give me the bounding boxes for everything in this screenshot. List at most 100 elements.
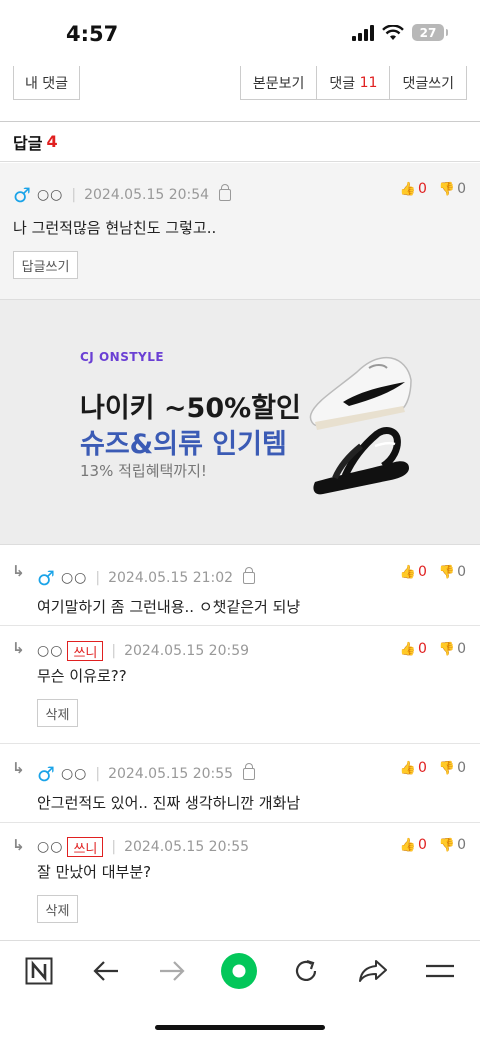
reply-item: ↳ ○○ 쓰니 | 2024.05.15 20:55 👍 0 👎 0 잘 만났어 대… [0,824,480,939]
naver-n-icon[interactable] [19,951,59,991]
like-count: 0 [417,760,427,776]
thumbs-down-icon: 👎 [438,564,456,580]
comment-nickname[interactable]: ○○ [61,570,87,586]
comment-text: 나 그런적많음 현남친도 그렇고.. [13,219,217,237]
thumbs-up-icon: 👍 [399,760,416,776]
comment-item: ♂ ○○ | 2024.05.15 20:54 👍 0 👎 0 나 그런적많음 현남… [0,163,480,299]
male-icon: ♂ [13,183,31,207]
comment-text: 잘 만났어 대부분? [37,863,152,881]
ad-subtitle: 슈즈&의류 인기템 [80,429,287,460]
like-button[interactable]: 👍 0 [400,760,427,776]
battery-icon: 27 [412,24,448,41]
thumbs-up-icon: 👍 [399,641,416,657]
reply-arrow-icon: ↳ [12,562,25,580]
dislike-button[interactable]: 👎 0 [439,641,466,657]
reply-arrow-icon: ↳ [12,759,25,777]
comment-meta: ♂ ○○ | 2024.05.15 20:55 [37,762,256,786]
back-arrow-icon[interactable] [86,951,126,991]
ad-caption: 13% 적립혜택까지! [80,462,207,480]
vote-buttons: 👍 0 👎 0 [400,760,466,776]
ad-title: 나이키 ~50%할인 [80,393,301,424]
comments-tab[interactable]: 댓글 11 [316,66,389,99]
reply-arrow-icon: ↳ [12,836,25,854]
dislike-count: 0 [457,837,466,853]
thumbs-down-icon: 👎 [438,837,456,853]
vote-buttons: 👍 0 👎 0 [400,181,466,197]
green-dot-icon[interactable] [219,951,259,991]
vote-buttons: 👍 0 👎 0 [400,837,466,853]
delete-button[interactable]: 삭제 [37,699,78,727]
comment-date: 2024.05.15 20:54 [84,187,210,203]
thumbs-up-icon: 👍 [399,564,416,580]
writer-badge: 쓰니 [67,641,104,661]
signal-icon [352,24,374,41]
dislike-count: 0 [457,564,466,580]
comment-meta: ♂ ○○ | 2024.05.15 21:02 [37,566,256,590]
reply-item: ↳ ♂ ○○ | 2024.05.15 20:55 👍 0 👎 0 안그런적도 있어… [0,745,480,823]
write-reply-button[interactable]: 답글쓰기 [13,251,78,279]
thumbs-up-icon: 👍 [399,837,416,853]
dislike-button[interactable]: 👎 0 [439,837,466,853]
status-time: 4:57 [66,22,119,46]
like-count: 0 [417,641,427,657]
share-icon[interactable] [353,951,393,991]
reply-arrow-icon: ↳ [12,639,25,657]
replies-count: 4 [46,132,58,151]
dislike-count: 0 [457,760,466,776]
forward-arrow-icon[interactable] [152,951,192,991]
status-icons: 27 [352,24,448,41]
bottom-nav [0,940,480,1000]
comment-meta: ○○ 쓰니 | 2024.05.15 20:55 [37,837,250,857]
dislike-button[interactable]: 👎 0 [439,564,466,580]
replies-label: 답글 [13,133,43,153]
delete-button[interactable]: 삭제 [37,895,78,923]
comment-date: 2024.05.15 20:55 [108,766,234,782]
thumbs-down-icon: 👎 [438,760,456,776]
dislike-button[interactable]: 👎 0 [439,760,466,776]
status-bar: 4:57 27 [0,0,480,66]
comments-tab-label: 댓글 [329,75,356,92]
comment-nickname[interactable]: ○○ [37,187,63,203]
vote-buttons: 👍 0 👎 0 [400,564,466,580]
replies-header: 답글 4 [0,122,480,162]
view-post-button[interactable]: 본문보기 [241,66,317,99]
sneaker-image [309,356,412,495]
comment-nickname[interactable]: ○○ [37,839,63,855]
thumbs-down-icon: 👎 [438,641,456,657]
reply-item: ↳ ♂ ○○ | 2024.05.15 21:02 👍 0 👎 0 여기말하기 좀 … [0,546,480,626]
like-button[interactable]: 👍 0 [400,641,427,657]
comment-meta: ♂ ○○ | 2024.05.15 20:54 [13,183,232,207]
comment-toolbar: 내 댓글 본문보기 댓글 11 댓글쓰기 [0,66,480,122]
lock-icon [243,567,256,584]
like-button[interactable]: 👍 0 [400,837,427,853]
writer-badge: 쓰니 [67,837,104,857]
comment-date: 2024.05.15 20:59 [124,643,250,659]
vote-buttons: 👍 0 👎 0 [400,641,466,657]
comment-text: 무슨 이유로?? [37,667,127,685]
my-comments-button[interactable]: 내 댓글 [13,66,80,100]
ad-banner[interactable]: CJ ONSTYLE 나이키 ~50%할인 슈즈&의류 인기템 13% 적립혜택… [0,299,480,545]
comment-date: 2024.05.15 20:55 [124,839,250,855]
dislike-count: 0 [457,641,466,657]
comment-nickname[interactable]: ○○ [37,643,63,659]
comment-text: 여기말하기 좀 그런내용.. ㅇ챗같은거 되냥 [37,598,301,616]
menu-icon[interactable] [420,951,460,991]
male-icon: ♂ [37,762,55,786]
comments-count: 11 [359,74,378,91]
refresh-icon[interactable] [286,951,326,991]
ad-brand-logo: CJ ONSTYLE [80,350,165,364]
like-button[interactable]: 👍 0 [400,564,427,580]
like-button[interactable]: 👍 0 [400,181,427,197]
dislike-button[interactable]: 👎 0 [439,181,466,197]
like-count: 0 [417,564,427,580]
thumbs-up-icon: 👍 [399,181,416,197]
comment-nickname[interactable]: ○○ [61,766,87,782]
lock-icon [219,184,232,201]
write-comment-button[interactable]: 댓글쓰기 [389,66,466,99]
tab-group: 본문보기 댓글 11 댓글쓰기 [239,66,467,100]
like-count: 0 [417,837,427,853]
reply-item: ↳ ○○ 쓰니 | 2024.05.15 20:59 👍 0 👎 0 무슨 이유로?… [0,627,480,744]
wifi-icon [382,24,404,40]
thumbs-down-icon: 👎 [438,181,456,197]
comment-meta: ○○ 쓰니 | 2024.05.15 20:59 [37,641,250,661]
